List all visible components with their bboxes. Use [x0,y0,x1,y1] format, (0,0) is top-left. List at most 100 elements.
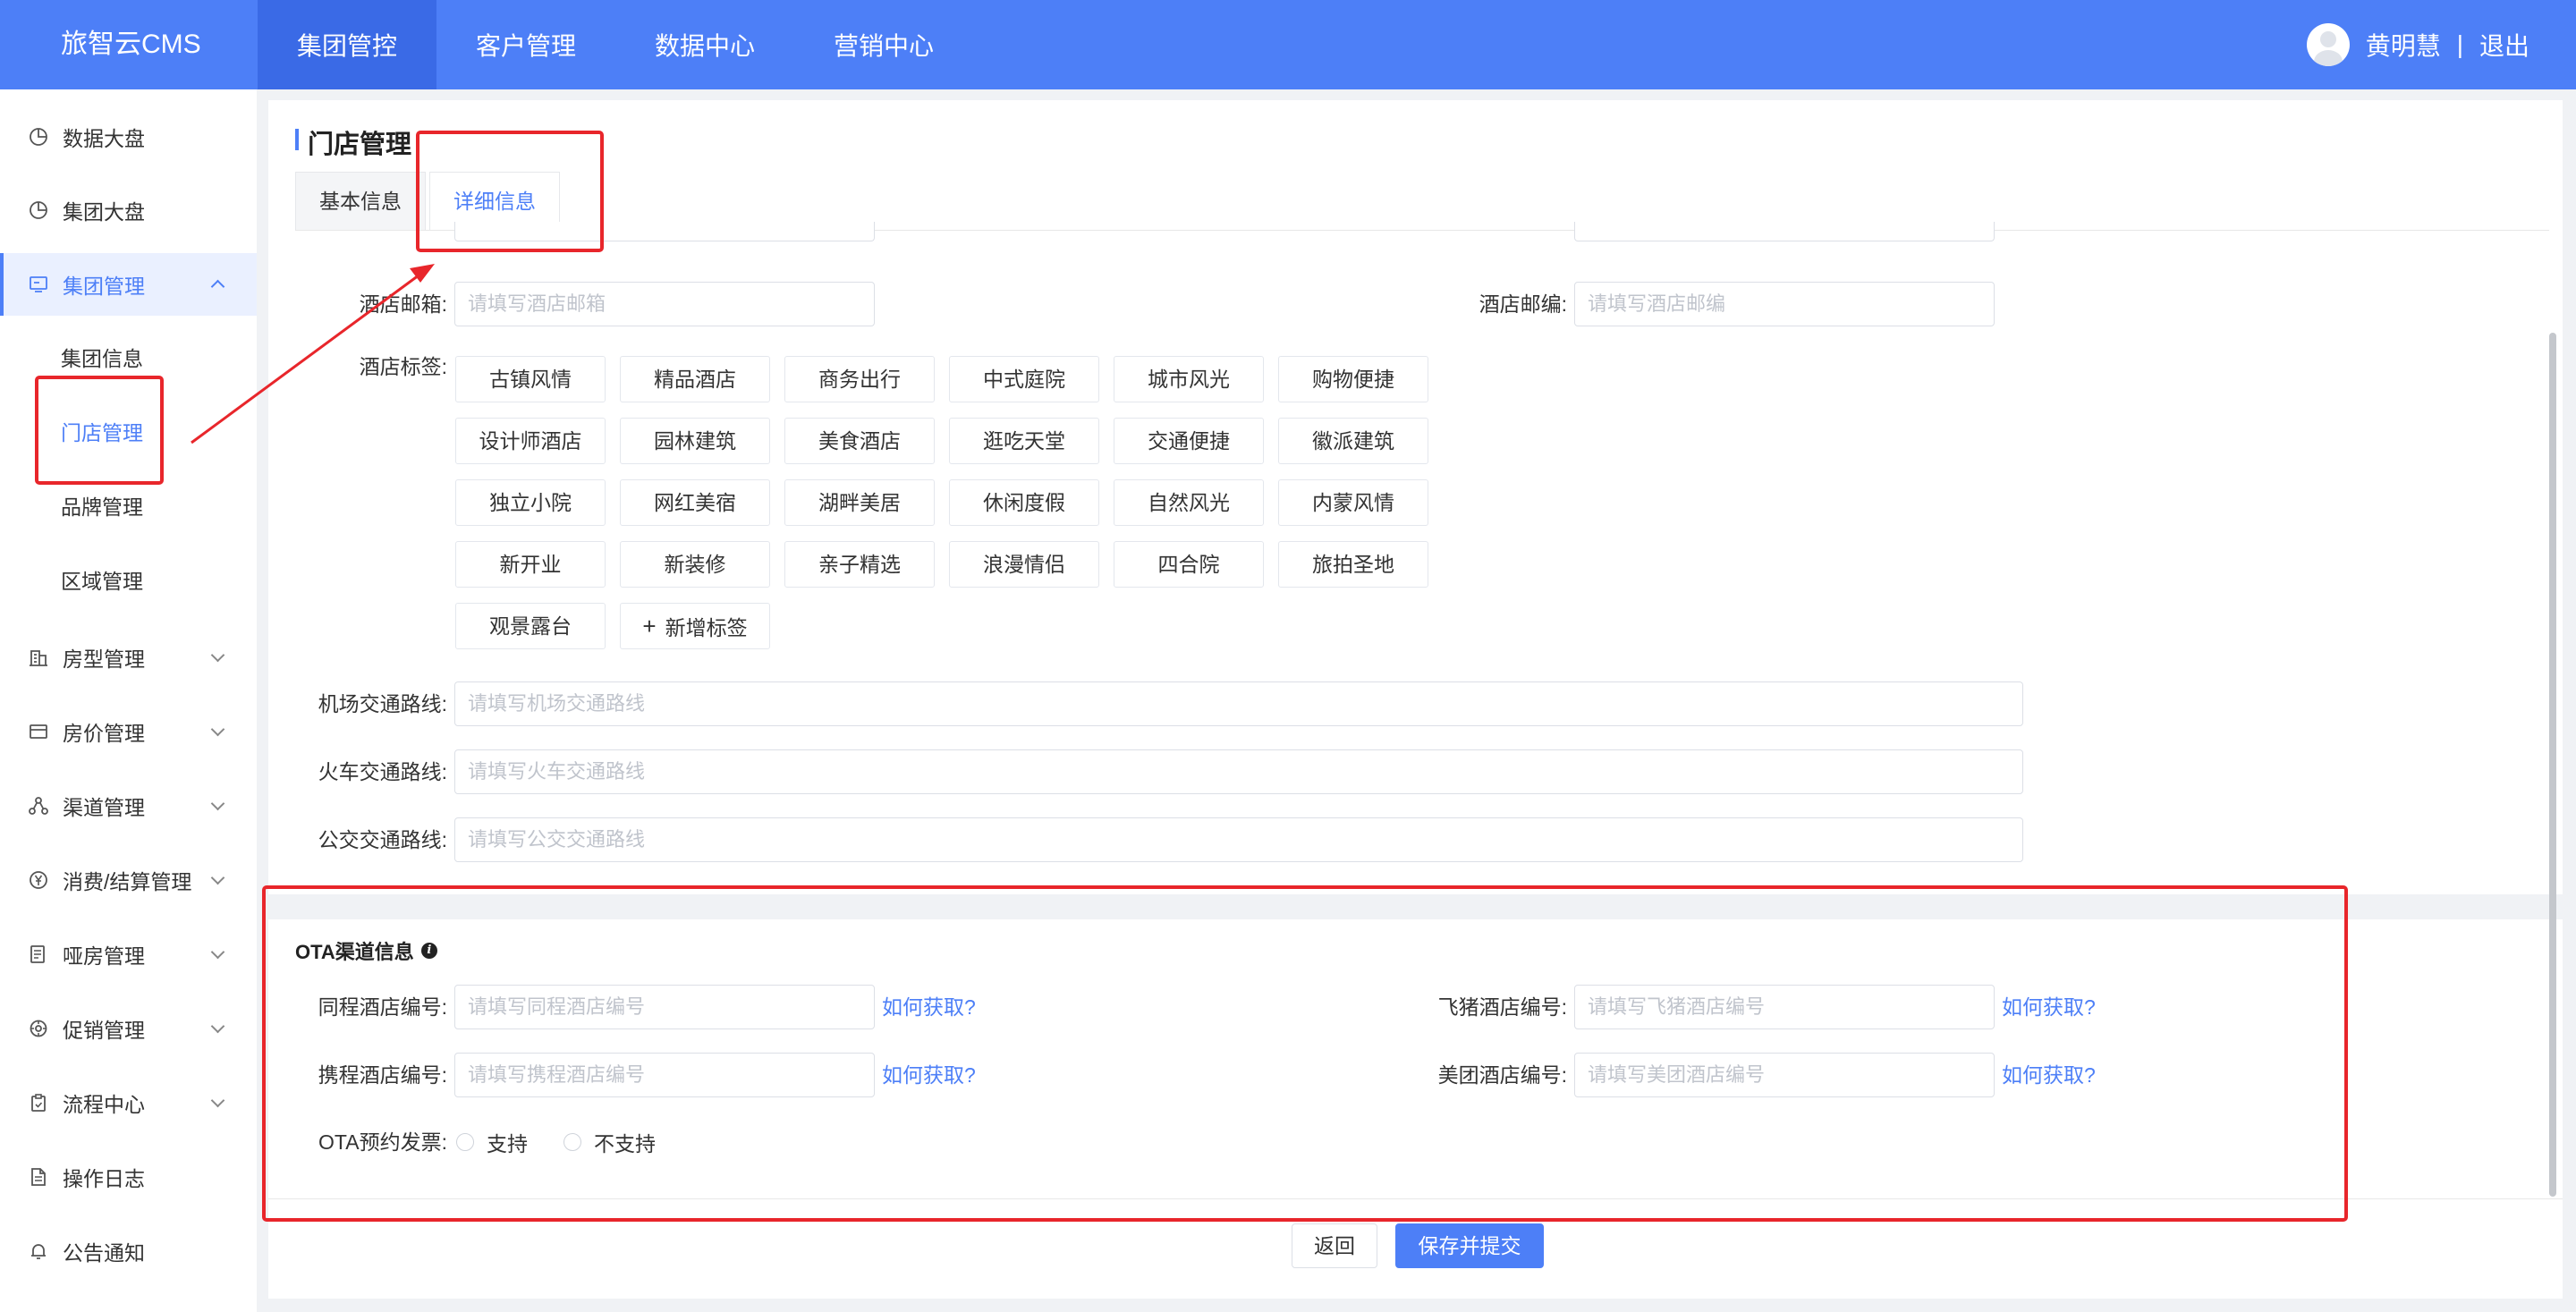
tag-option[interactable]: 城市风光 [1114,356,1264,402]
sidebar-subitem-store-management[interactable]: 门店管理 [0,402,257,464]
app-logo: 旅智云CMS [61,30,201,59]
tag-option[interactable]: 四合院 [1114,541,1264,588]
user-name[interactable]: 黄明慧 [2366,27,2441,63]
user-area: 黄明慧 | 退出 [2306,0,2529,89]
tag-option[interactable]: 设计师酒店 [455,418,606,464]
bus-route-input[interactable] [454,817,2023,862]
sidebar-item-room-price[interactable]: 房价管理 [0,700,257,763]
tag-option[interactable]: 独立小院 [455,479,606,526]
tag-option[interactable]: 中式庭院 [949,356,1099,402]
sidebar-item-room-type[interactable]: 房型管理 [0,626,257,689]
sidebar-item-announcements[interactable]: 公告通知 [0,1220,257,1282]
tag-option[interactable]: 湖畔美居 [784,479,935,526]
tag-option[interactable]: 新开业 [455,541,606,588]
plus-icon: + [642,612,657,639]
tag-option[interactable]: 网红美宿 [620,479,770,526]
sidebar-item-operation-log[interactable]: 操作日志 [0,1146,257,1208]
card-icon [27,720,50,743]
sidebar-item-label: 公告通知 [63,1241,145,1265]
sidebar-item-channel[interactable]: 渠道管理 [0,775,257,837]
meituan-id-label: 美团酒店编号: [1437,1063,1567,1087]
network-icon [27,794,50,817]
tongcheng-id-input[interactable] [454,985,875,1029]
invoice-support-radio[interactable]: 支持 [456,1120,528,1164]
hotel-zip-label: 酒店邮编: [1479,292,1567,316]
sidebar-item-label: 哑房管理 [63,944,145,968]
logout-link[interactable]: 退出 [2479,27,2529,63]
pie-chart-icon [27,199,50,222]
sidebar-item-group-dashboard[interactable]: 集团大盘 [0,179,257,241]
tab-basic-info[interactable]: 基本信息 [295,172,426,231]
sidebar-item-data-dashboard[interactable]: 数据大盘 [0,106,257,168]
hotel-tags-label: 酒店标签: [359,355,447,378]
chevron-down-icon [210,722,225,737]
tag-option[interactable]: 徽派建筑 [1278,418,1428,464]
tag-option[interactable]: 新装修 [620,541,770,588]
meituan-id-input[interactable] [1574,1053,1995,1097]
top-nav-group-control[interactable]: 集团管控 [258,0,437,89]
airport-route-input[interactable] [454,681,2023,726]
sidebar-item-label: 数据大盘 [63,127,145,150]
add-tag-button[interactable]: + 新增标签 [620,603,770,649]
tag-option[interactable]: 购物便捷 [1278,356,1428,402]
tag-option[interactable]: 观景露台 [455,603,606,649]
top-nav-data-center[interactable]: 数据中心 [615,0,794,89]
tag-option[interactable]: 交通便捷 [1114,418,1264,464]
tag-option[interactable]: 商务出行 [784,356,935,402]
tag-option[interactable]: 休闲度假 [949,479,1099,526]
sidebar-item-process-center[interactable]: 流程中心 [0,1071,257,1134]
save-submit-button[interactable]: 保存并提交 [1395,1223,1544,1268]
chevron-down-icon [210,1093,225,1108]
tag-option[interactable]: 美食酒店 [784,418,935,464]
sidebar-subitem-group-info[interactable]: 集团信息 [0,327,257,390]
info-icon[interactable]: i [420,943,437,959]
ctrip-how-to-get-link[interactable]: 如何获取? [882,1053,976,1097]
chevron-down-icon [210,1019,225,1034]
vertical-scrollbar[interactable] [2549,333,2556,1197]
sidebar: 数据大盘 集团大盘 集团管理 集团信息 门店管理 品牌管理 区域管理 房型管理 … [0,89,257,1312]
feizhu-id-input[interactable] [1574,985,1995,1029]
top-nav-marketing[interactable]: 营销中心 [794,0,973,89]
tag-option[interactable]: 古镇风情 [455,356,606,402]
sidebar-item-group-management[interactable]: 集团管理 [0,253,257,316]
tag-option[interactable]: 自然风光 [1114,479,1264,526]
ota-invoice-label: OTA预约发票: [318,1130,447,1154]
top-nav-customer[interactable]: 客户管理 [436,0,615,89]
sidebar-item-promotion[interactable]: 促销管理 [0,997,257,1060]
add-tag-label: 新增标签 [665,616,748,639]
chevron-down-icon [210,796,225,811]
tongcheng-id-label: 同程酒店编号: [318,995,447,1019]
top-nav: 集团管控 客户管理 数据中心 营销中心 [258,0,973,89]
tag-option[interactable]: 精品酒店 [620,356,770,402]
meituan-how-to-get-link[interactable]: 如何获取? [2002,1053,2096,1097]
sidebar-item-label: 房价管理 [63,722,145,745]
hotel-email-input[interactable] [454,282,875,326]
sidebar-item-label: 集团管理 [63,275,145,298]
train-route-input[interactable] [454,749,2023,794]
tag-option[interactable]: 亲子精选 [784,541,935,588]
bus-route-label: 公交交通路线: [318,828,447,851]
sidebar-item-dummy-room[interactable]: 哑房管理 [0,923,257,986]
tongcheng-how-to-get-link[interactable]: 如何获取? [882,985,976,1029]
tag-option[interactable]: 内蒙风情 [1278,479,1428,526]
chevron-up-icon [210,279,225,294]
avatar[interactable] [2306,23,2350,66]
tag-option[interactable]: 旅拍圣地 [1278,541,1428,588]
sidebar-subitem-region-management[interactable]: 区域管理 [0,550,257,613]
chevron-down-icon [210,648,225,663]
radio-label: 不支持 [594,1132,656,1155]
scrolled-input-right[interactable] [1574,222,1995,241]
tag-option[interactable]: 园林建筑 [620,418,770,464]
hotel-zip-input[interactable] [1574,282,1995,326]
sidebar-subitem-brand-management[interactable]: 品牌管理 [0,476,257,538]
return-button[interactable]: 返回 [1292,1223,1377,1268]
invoice-not-support-radio[interactable]: 不支持 [564,1120,656,1164]
ctrip-id-input[interactable] [454,1053,875,1097]
scrolled-input-left[interactable] [454,222,875,241]
tag-option[interactable]: 浪漫情侣 [949,541,1099,588]
feizhu-how-to-get-link[interactable]: 如何获取? [2002,985,2096,1029]
tag-option[interactable]: 逛吃天堂 [949,418,1099,464]
sidebar-item-label: 房型管理 [63,648,145,671]
chevron-down-icon [210,870,225,885]
sidebar-item-consumption-settlement[interactable]: 消费/结算管理 [0,849,257,911]
